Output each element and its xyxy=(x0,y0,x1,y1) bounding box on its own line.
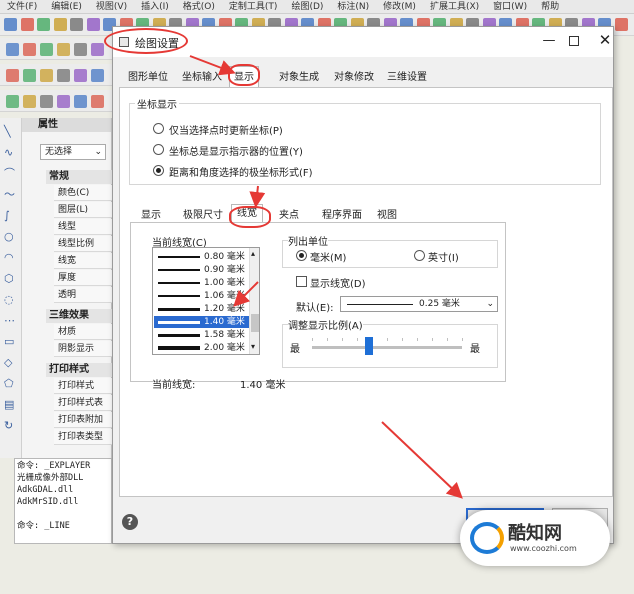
arrow-to-list-item xyxy=(233,281,259,307)
arrow-to-ok-button xyxy=(381,421,463,499)
watermark-brand: 酷知网 xyxy=(508,523,562,544)
arrow-to-lineweight-tab xyxy=(249,185,266,208)
arrow-to-display-tab xyxy=(189,55,236,76)
watermark-logo-icon xyxy=(470,522,504,554)
watermark-url: www.coozhi.com xyxy=(510,544,577,553)
watermark-badge: 酷知网 www.coozhi.com xyxy=(460,510,610,566)
annotation-arrows xyxy=(189,55,463,499)
